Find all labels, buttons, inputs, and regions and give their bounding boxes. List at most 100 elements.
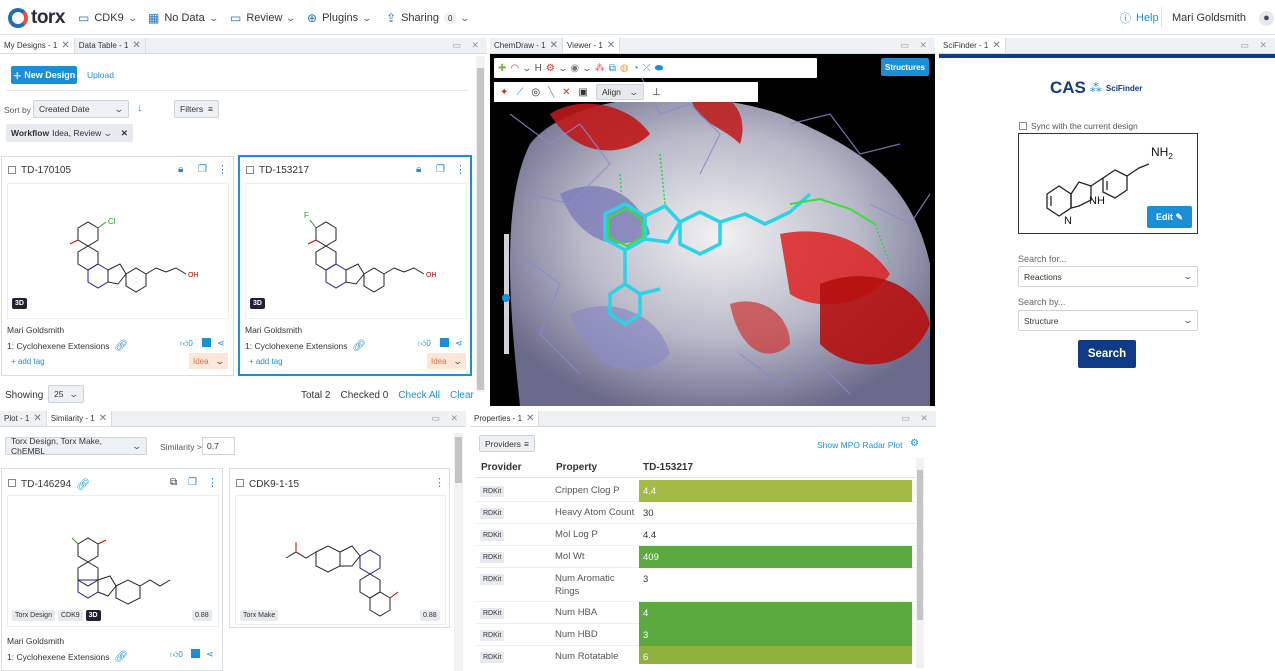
panel-window-buttons[interactable]: ▭ ✕	[901, 413, 932, 424]
interactions-tool-icon[interactable]: ⤫	[643, 63, 651, 74]
tab-plot[interactable]: Plot - 1 ✕	[0, 411, 47, 426]
copy-icon[interactable]: ❐	[188, 477, 197, 488]
close-icon[interactable]: ✕	[550, 40, 558, 51]
pin-tool-icon[interactable]: ⬬	[655, 63, 664, 74]
more-options-icon[interactable]: ⋮	[207, 476, 218, 489]
search-by-select[interactable]: Structure ⌄	[1018, 310, 1198, 331]
tab-viewer[interactable]: Viewer - 1 ✕	[562, 38, 621, 53]
comments-icon[interactable]	[191, 649, 200, 658]
workflow-filter-chip[interactable]: Workflow Idea, Review ⌄ ✕	[6, 124, 133, 142]
help-link[interactable]: ⓘ Help	[1120, 9, 1159, 27]
status-select[interactable]: Idea ⌄	[189, 353, 228, 369]
close-icon[interactable]: ✕	[992, 40, 1000, 51]
search-button[interactable]: Search	[1078, 340, 1136, 368]
chevron-down-icon[interactable]: ⌄	[522, 63, 533, 74]
similarity-card-td-146294[interactable]: TD-146294 🔗︎ ⧉ ❐ ⋮ Torx Design CDK9 3D 0…	[1, 468, 223, 671]
scrollbar-thumb[interactable]	[455, 437, 462, 483]
close-icon[interactable]: ✕	[61, 40, 69, 51]
link-icon[interactable]: 🔗︎	[352, 339, 366, 352]
tab-data-table[interactable]: Data Table - 1 ✕	[75, 38, 146, 53]
tab-properties[interactable]: Properties - 1 ✕	[470, 411, 540, 426]
card-checkbox[interactable]	[246, 166, 254, 174]
copy-icon[interactable]: ❐	[198, 164, 207, 175]
structures-button[interactable]: Structures	[881, 58, 929, 76]
torx-logo[interactable]: torx	[8, 7, 65, 29]
scrollbar-thumb[interactable]	[477, 68, 484, 390]
similarity-source-select[interactable]: Torx Design, Torx Make, ChEMBL ⌄	[5, 436, 147, 456]
search-for-select[interactable]: Reactions ⌄	[1018, 266, 1198, 287]
align-select[interactable]: Align ⌄	[596, 84, 644, 100]
likes-counter[interactable]: 👍︎0	[170, 650, 183, 660]
chevron-down-icon[interactable]: ⌄	[557, 63, 568, 74]
share-icon[interactable]: ⋖	[217, 338, 225, 349]
card-checkbox[interactable]	[236, 479, 244, 487]
panel-window-buttons[interactable]: ▭ ✕	[452, 40, 483, 51]
3d-viewer-canvas[interactable]: ✚ ◠ ⌄ H ⚙︎ ⌄ ◉ ⌄ ⁂ ⧉ ◍ ◔ ⤫ ⬬ Structures …	[490, 54, 935, 406]
user-menu[interactable]: Mari Goldsmith ●	[1172, 9, 1274, 27]
close-icon[interactable]: ✕	[33, 413, 41, 424]
more-options-icon[interactable]: ⋮	[434, 476, 445, 489]
lock-icon[interactable]: 🔒︎	[178, 164, 183, 175]
tab-scifinder[interactable]: SciFinder - 1 ✕	[939, 38, 1006, 53]
sync-checkbox[interactable]	[1019, 122, 1027, 130]
sphere-tool-icon[interactable]: ◍	[620, 63, 629, 74]
tab-similarity[interactable]: Similarity - 1 ✕	[46, 411, 113, 426]
close-icon[interactable]: ✕	[607, 40, 615, 51]
new-design-button[interactable]: ＋ New Design	[11, 66, 77, 84]
comments-icon[interactable]	[202, 338, 211, 347]
sort-select[interactable]: Created Date ⌄	[33, 100, 129, 118]
mpo-radar-link[interactable]: Show MPO Radar Plot	[817, 440, 903, 450]
comments-icon[interactable]	[440, 338, 449, 347]
check-all-link[interactable]: Check All	[398, 390, 440, 401]
target-tool-icon[interactable]: ◎	[531, 87, 540, 98]
tab-chemdraw[interactable]: ChemDraw - 1 ✕	[490, 38, 563, 53]
providers-button[interactable]: Providers ≡	[479, 435, 535, 452]
surface-tool-icon[interactable]: ◉	[570, 63, 579, 74]
scrollbar-thumb[interactable]	[917, 470, 923, 620]
data-menu[interactable]: ▦ No Data ⌄	[148, 9, 219, 27]
camera-tool-icon[interactable]: ▣	[579, 87, 588, 98]
page-size-select[interactable]: 25 ⌄	[48, 385, 84, 403]
hierarchy-icon[interactable]: ⧉	[170, 477, 177, 488]
sort-direction-arrow-icon[interactable]: ↓	[137, 102, 143, 114]
share-icon[interactable]: ⋖	[455, 338, 463, 349]
tab-my-designs[interactable]: My Designs - 1 ✕	[0, 38, 75, 53]
link-icon[interactable]: 🔗︎	[114, 650, 128, 663]
ribbon-tool-icon[interactable]: ◠	[510, 63, 519, 74]
cursor-tool-icon[interactable]: ✦	[500, 87, 508, 98]
label-tool-icon[interactable]: ⧉	[609, 63, 616, 74]
panel-window-buttons[interactable]: ▭ ✕	[1240, 40, 1271, 51]
link-icon[interactable]: 🔗︎	[114, 339, 128, 352]
chart-tool-icon[interactable]: ⊥	[652, 87, 661, 98]
clear-link[interactable]: Clear	[450, 390, 474, 401]
bond-tool-icon[interactable]: ⟋	[516, 87, 523, 98]
likes-counter[interactable]: 👍︎0	[418, 339, 431, 349]
clear-tool-icon[interactable]: ✕	[562, 87, 570, 98]
likes-counter[interactable]: 👍︎0	[180, 339, 193, 349]
lock-icon[interactable]: 🔒︎	[416, 164, 421, 175]
close-icon[interactable]: ✕	[99, 413, 107, 424]
panel-window-buttons[interactable]: ▭ ✕	[900, 40, 931, 51]
panel-window-buttons[interactable]: ▭ ✕	[431, 413, 462, 424]
designs-scrollbar[interactable]	[476, 56, 485, 392]
share-icon[interactable]: ⋖	[206, 649, 214, 660]
close-icon[interactable]: ✕	[132, 40, 140, 51]
upload-link[interactable]: Upload	[87, 70, 114, 80]
properties-scrollbar[interactable]	[916, 458, 924, 668]
measure-tool-icon[interactable]: ◔	[633, 63, 639, 74]
similarity-scrollbar[interactable]	[454, 433, 463, 671]
similarity-threshold-input[interactable]: 0.7	[202, 437, 235, 455]
settings-gear-icon[interactable]: ⚙︎	[910, 438, 919, 449]
card-checkbox[interactable]	[8, 479, 16, 487]
more-options-icon[interactable]: ⋮	[455, 163, 466, 176]
design-card-td-170105[interactable]: TD-170105 🔒︎ ❐ ⋮ Cl OH 3D Mari Goldsmith…	[1, 156, 234, 376]
design-card-td-153217[interactable]: TD-153217 🔒︎ ❐ ⋮ F OH 3D Mari Goldsmith …	[238, 155, 472, 376]
similarity-card-cdk9-1-15[interactable]: CDK9-1-15 ⋮ Torx Make 0.88	[229, 468, 450, 628]
chevron-down-icon[interactable]: ⌄	[582, 63, 593, 74]
remove-filter-icon[interactable]: ✕	[121, 128, 128, 139]
add-tag-link[interactable]: + add tag	[11, 357, 45, 366]
add-tool-icon[interactable]: ✚	[498, 63, 506, 74]
color-tool-icon[interactable]: ⁂	[595, 63, 605, 74]
status-select[interactable]: Idea ⌄	[427, 353, 466, 369]
copy-icon[interactable]: ❐	[436, 164, 445, 175]
